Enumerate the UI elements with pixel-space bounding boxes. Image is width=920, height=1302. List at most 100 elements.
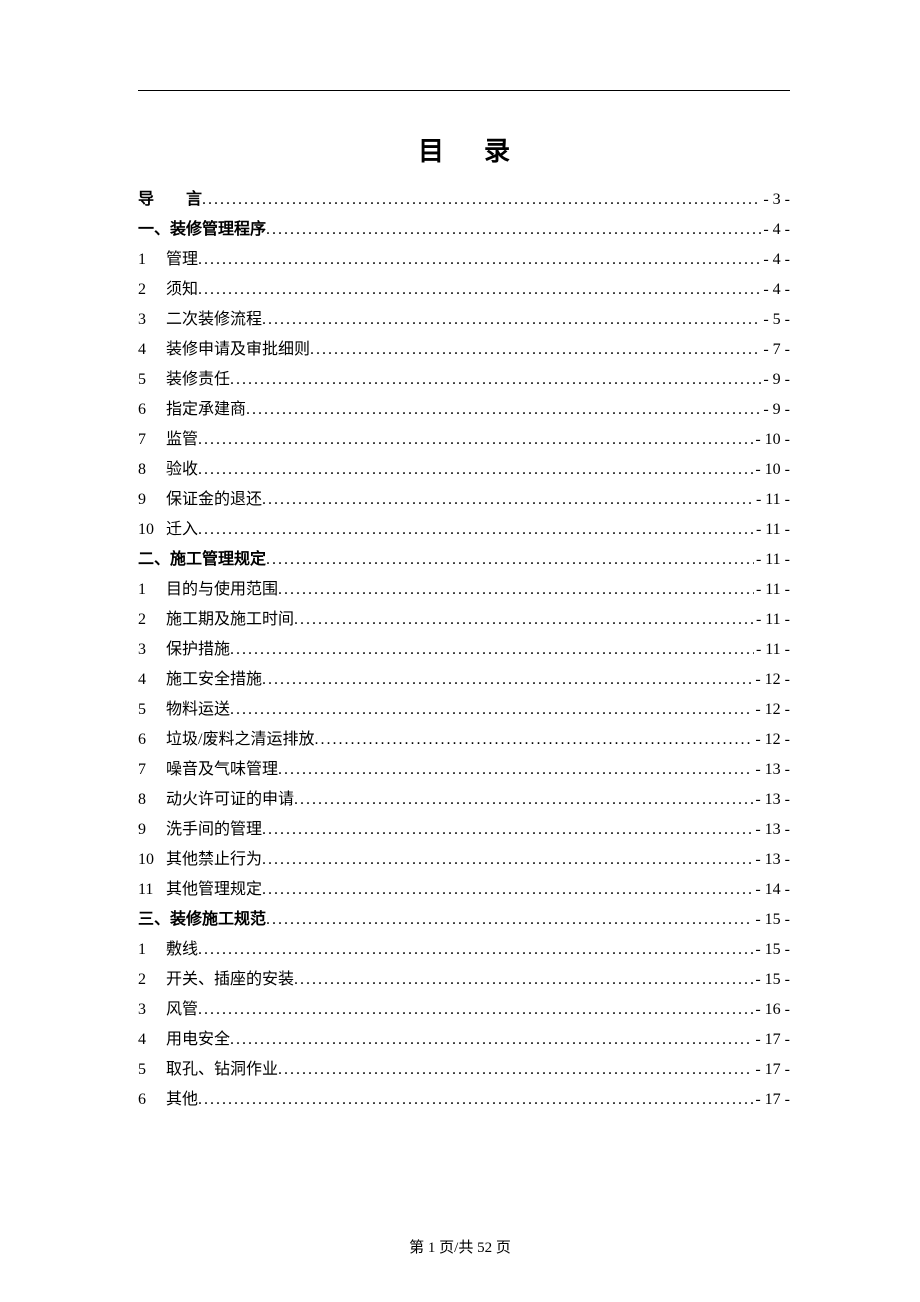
toc-leader-dots bbox=[198, 248, 761, 272]
toc-row: 5物料运送 - 12 - bbox=[138, 698, 790, 722]
toc-row: 9洗手间的管理- 13 - bbox=[138, 818, 790, 842]
toc-entry-label: 保证金的退还 bbox=[166, 488, 262, 512]
toc-entry-label: 物料运送 bbox=[166, 698, 230, 722]
toc-entry-number: 5 bbox=[138, 698, 166, 722]
toc-entry-number: 8 bbox=[138, 458, 166, 482]
toc-entry-number: 8 bbox=[138, 788, 166, 812]
toc-leader-dots bbox=[230, 698, 753, 722]
toc-leader-dots bbox=[262, 668, 753, 692]
toc-entry-number: 2 bbox=[138, 968, 166, 992]
toc-row: 4用电安全- 17 - bbox=[138, 1028, 790, 1052]
toc-entry-label: 施工安全措施 bbox=[166, 668, 262, 692]
toc-entry-page: - 9 - bbox=[761, 368, 790, 392]
toc-entry-page: - 17 - bbox=[753, 1028, 790, 1052]
toc-leader-dots bbox=[198, 518, 754, 542]
toc-entry-label: 二、施工管理规定 bbox=[138, 548, 266, 572]
toc-entry-number: 5 bbox=[138, 1058, 166, 1082]
toc-entry-number: 1 bbox=[138, 248, 166, 272]
toc-leader-dots bbox=[294, 608, 754, 632]
toc-row: 三、装修施工规范- 15 - bbox=[138, 908, 790, 932]
toc-row: 6指定承建商- 9 - bbox=[138, 398, 790, 422]
toc-entry-label: 验收 bbox=[166, 458, 198, 482]
toc-entry-page: - 15 - bbox=[753, 938, 790, 962]
toc-entry-label: 风管 bbox=[166, 998, 198, 1022]
toc-leader-dots bbox=[314, 728, 753, 752]
toc-entry-page: - 14 - bbox=[753, 878, 790, 902]
toc-entry-page: - 4 - bbox=[761, 248, 790, 272]
toc-row: 二、施工管理规定 - 11 - bbox=[138, 548, 790, 572]
toc-row: 5装修责任- 9 - bbox=[138, 368, 790, 392]
toc-entry-label: 洗手间的管理 bbox=[166, 818, 262, 842]
toc-entry-page: - 12 - bbox=[753, 728, 790, 752]
toc-leader-dots bbox=[198, 938, 753, 962]
toc-leader-dots bbox=[266, 908, 753, 932]
toc-entry-number: 3 bbox=[138, 638, 166, 662]
toc-entry-page: - 11 - bbox=[754, 548, 790, 572]
toc-entry-number: 10 bbox=[138, 518, 166, 542]
toc-row: 导 言- 3 - bbox=[138, 188, 790, 212]
toc-row: 6其他- 17 - bbox=[138, 1088, 790, 1112]
toc-leader-dots bbox=[278, 1058, 753, 1082]
toc-entry-page: - 17 - bbox=[753, 1058, 790, 1082]
toc-entry-page: - 17 - bbox=[753, 1088, 790, 1112]
toc-entry-label: 装修申请及审批细则 bbox=[166, 338, 310, 362]
toc-entry-page: - 11 - bbox=[754, 608, 790, 632]
toc-row: 4装修申请及审批细则- 7 - bbox=[138, 338, 790, 362]
toc-entry-number: 3 bbox=[138, 998, 166, 1022]
toc-leader-dots bbox=[262, 848, 753, 872]
toc-leader-dots bbox=[198, 428, 753, 452]
toc-entry-page: - 15 - bbox=[753, 968, 790, 992]
toc-entry-page: - 4 - bbox=[761, 218, 790, 242]
toc-leader-dots bbox=[294, 788, 753, 812]
toc-entry-number: 7 bbox=[138, 428, 166, 452]
toc-entry-number: 5 bbox=[138, 368, 166, 392]
toc-leader-dots bbox=[262, 488, 754, 512]
toc-entry-label: 动火许可证的申请 bbox=[166, 788, 294, 812]
toc-entry-number: 4 bbox=[138, 1028, 166, 1052]
toc-row: 2施工期及施工时间 - 11 - bbox=[138, 608, 790, 632]
toc-leader-dots bbox=[266, 548, 754, 572]
toc-leader-dots bbox=[202, 188, 761, 212]
toc-row: 7噪音及气味管理- 13 - bbox=[138, 758, 790, 782]
horizontal-rule bbox=[138, 90, 790, 91]
toc-entry-label: 迁入 bbox=[166, 518, 198, 542]
toc-row: 10迁入- 11 - bbox=[138, 518, 790, 542]
toc-entry-label: 敷线 bbox=[166, 938, 198, 962]
toc-title: 目录 bbox=[138, 131, 790, 168]
toc-entry-label: 施工期及施工时间 bbox=[166, 608, 294, 632]
toc-entry-page: - 13 - bbox=[753, 848, 790, 872]
toc-entry-number: 2 bbox=[138, 608, 166, 632]
toc-entry-page: - 12 - bbox=[753, 668, 790, 692]
page-content: 目录 导 言- 3 -一、装修管理程序- 4 -1管理- 4 -2须知- 4 -… bbox=[0, 0, 920, 1112]
toc-row: 11其他管理规定- 14 - bbox=[138, 878, 790, 902]
toc-entry-page: - 9 - bbox=[761, 398, 790, 422]
toc-entry-label: 二次装修流程 bbox=[166, 308, 262, 332]
toc-row: 1敷线- 15 - bbox=[138, 938, 790, 962]
table-of-contents: 导 言- 3 -一、装修管理程序- 4 -1管理- 4 -2须知- 4 -3二次… bbox=[138, 188, 790, 1112]
page-footer: 第 1 页/共 52 页 bbox=[0, 1236, 920, 1257]
toc-entry-label: 须知 bbox=[166, 278, 198, 302]
toc-row: 5取孔、钻洞作业- 17 - bbox=[138, 1058, 790, 1082]
toc-row: 1目的与使用范围- 11 - bbox=[138, 578, 790, 602]
toc-entry-page: - 12 - bbox=[753, 698, 790, 722]
toc-entry-number: 6 bbox=[138, 728, 166, 752]
toc-entry-label: 其他管理规定 bbox=[166, 878, 262, 902]
toc-row: 8动火许可证的申请- 13 - bbox=[138, 788, 790, 812]
toc-row: 9保证金的退还- 11 - bbox=[138, 488, 790, 512]
toc-entry-label: 一、装修管理程序 bbox=[138, 218, 266, 242]
toc-entry-number: 1 bbox=[138, 578, 166, 602]
toc-entry-page: - 16 - bbox=[753, 998, 790, 1022]
toc-entry-page: - 7 - bbox=[761, 338, 790, 362]
toc-entry-label: 垃圾/废料之清运排放 bbox=[166, 728, 314, 752]
toc-entry-label: 监管 bbox=[166, 428, 198, 452]
toc-leader-dots bbox=[262, 818, 753, 842]
toc-entry-label: 开关、插座的安装 bbox=[166, 968, 294, 992]
toc-entry-number: 9 bbox=[138, 818, 166, 842]
toc-entry-number: 2 bbox=[138, 278, 166, 302]
toc-leader-dots bbox=[262, 878, 753, 902]
toc-entry-number: 6 bbox=[138, 398, 166, 422]
toc-entry-page: - 11 - bbox=[754, 578, 790, 602]
toc-leader-dots bbox=[262, 308, 761, 332]
toc-entry-label: 三、装修施工规范 bbox=[138, 908, 266, 932]
toc-row: 3保护措施- 11 - bbox=[138, 638, 790, 662]
